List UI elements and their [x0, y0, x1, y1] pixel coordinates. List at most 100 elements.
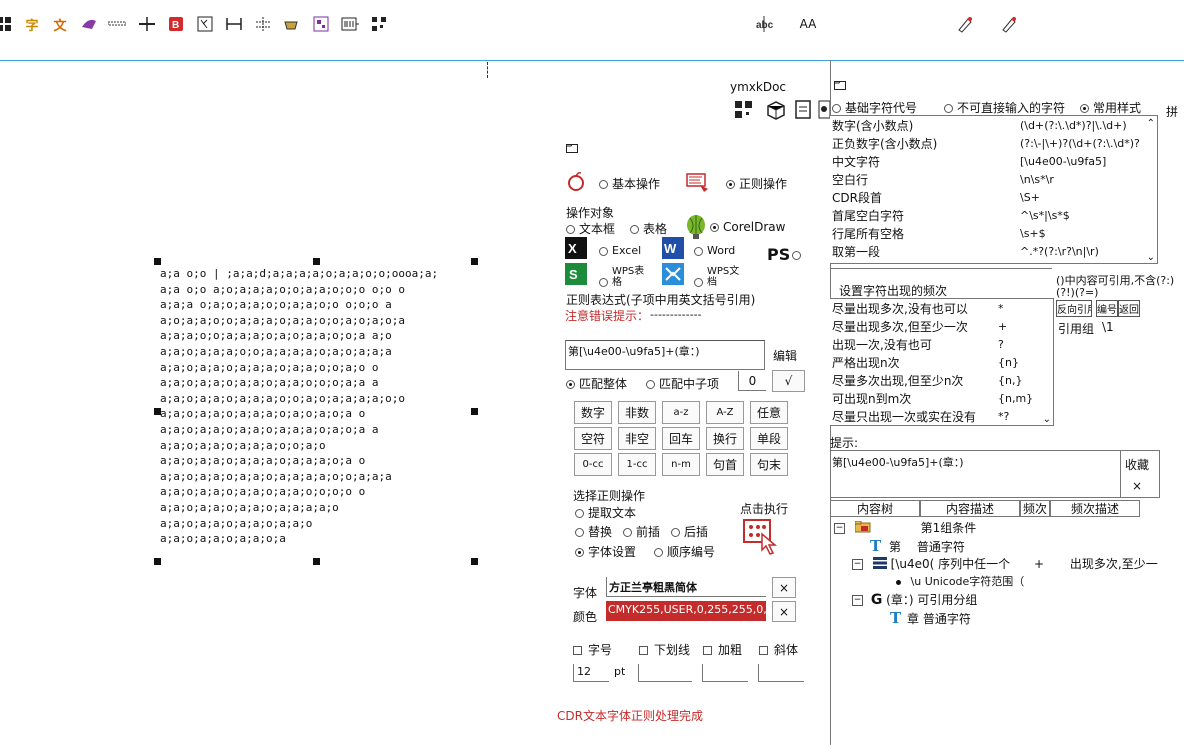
freq-scroll-down-icon[interactable]: ⌄	[1043, 414, 1051, 425]
quick-button[interactable]: a-z	[662, 401, 700, 424]
op-font-radio[interactable]	[575, 548, 584, 557]
target-wps-word-radio[interactable]	[694, 277, 703, 287]
italic-input[interactable]	[758, 664, 804, 682]
regex-mode-icon[interactable]	[686, 171, 710, 196]
edit-button[interactable]: 编辑	[765, 340, 805, 370]
folder-icon-2[interactable]	[834, 79, 846, 93]
op-extract-radio[interactable]	[575, 509, 584, 518]
quick-button[interactable]: 单段	[750, 427, 788, 450]
underline-input[interactable]	[638, 664, 692, 682]
bracket-icon[interactable]	[224, 14, 244, 34]
quick-button[interactable]: 回车	[662, 427, 700, 450]
quick-button[interactable]: 空符	[574, 427, 612, 450]
coreldraw-icon[interactable]	[685, 214, 707, 243]
font-name-input[interactable]: 方正兰亭粗黑简体	[606, 577, 766, 597]
folder-icon[interactable]	[566, 142, 578, 156]
mode-regex-radio[interactable]	[726, 180, 735, 189]
target-textbox[interactable]: 文本框	[566, 220, 615, 237]
ref-col-index[interactable]: 编号	[1096, 300, 1118, 317]
chartype-common-radio[interactable]	[1080, 104, 1089, 113]
tree-node-group[interactable]: − G (章：) 可引用分组	[852, 591, 977, 608]
radio-doc-icon[interactable]	[818, 100, 831, 123]
target-wps-table-radio[interactable]	[599, 277, 608, 287]
tree-node-charset[interactable]: − [\u4e0( 序列中任一个 + 出现多次,至少一	[852, 555, 1158, 572]
size-checkbox[interactable]	[573, 646, 582, 655]
target-coreldraw-radio[interactable]	[710, 223, 719, 232]
bold-check[interactable]: 加粗	[703, 641, 742, 658]
match-sub[interactable]: 匹配中子项	[646, 375, 719, 392]
scroll-down-icon[interactable]: ⌄	[1147, 252, 1155, 263]
chartype-noinput-radio[interactable]	[944, 104, 953, 113]
chartype-common[interactable]: 常用样式	[1080, 99, 1141, 116]
package-icon[interactable]	[766, 100, 786, 123]
regex-input[interactable]: 第[\u4e00-\u9fa5]+(章：)	[565, 340, 765, 370]
selection-handle[interactable]	[154, 258, 161, 265]
collapse-icon[interactable]: −	[834, 523, 845, 534]
tree-header-tree[interactable]: 内容树	[830, 500, 920, 517]
font-clear-button[interactable]: ×	[772, 577, 796, 598]
wps-word-icon[interactable]	[662, 263, 684, 288]
underline-check[interactable]: 下划线	[639, 641, 690, 658]
ref-col-backref[interactable]: 反向引用	[1056, 300, 1092, 317]
op-suffix[interactable]: 后插	[671, 523, 708, 540]
chartype-basic[interactable]: 基础字符代号	[832, 99, 917, 116]
collect-button[interactable]: 收藏	[1125, 456, 1149, 473]
cup-icon[interactable]	[282, 14, 302, 34]
font-size-icon[interactable]: AA	[798, 14, 818, 34]
match-whole[interactable]: 匹配整体	[566, 375, 627, 392]
op-font[interactable]: 字体设置	[575, 543, 636, 560]
italic-checkbox[interactable]	[759, 646, 768, 655]
match-whole-radio[interactable]	[566, 380, 575, 389]
mode-regex[interactable]: 正则操作	[726, 175, 787, 192]
brush-icon[interactable]	[79, 14, 99, 34]
op-extract[interactable]: 提取文本	[575, 504, 636, 521]
word-icon[interactable]: W	[662, 237, 684, 262]
barcode-icon[interactable]	[340, 14, 360, 34]
qr-doc-icon[interactable]	[734, 100, 754, 123]
tree-node-zhang[interactable]: T 章 普通字符	[890, 609, 971, 627]
selection-handle[interactable]	[471, 408, 478, 415]
op-replace-radio[interactable]	[575, 528, 584, 537]
color-value[interactable]: CMYK255,USER,0,255,255,0,100	[606, 601, 766, 621]
bold-input[interactable]	[702, 664, 748, 682]
quick-button[interactable]: 1-cc	[618, 453, 656, 476]
freq-list[interactable]: ⌄ 尽量出现多次,没有也可以 * 尽量出现多次,但至少一次 + 出现一次,没有也可? 严格…	[830, 298, 1054, 426]
qr-icon[interactable]	[311, 14, 331, 34]
op-suffix-radio[interactable]	[671, 528, 680, 537]
dots-icon[interactable]	[107, 14, 127, 34]
op-sequence[interactable]: 顺序编号	[654, 543, 715, 560]
hint-close-button[interactable]: ×	[1132, 479, 1142, 493]
target-textbox-radio[interactable]	[566, 225, 575, 234]
collapse-icon[interactable]: −	[852, 559, 863, 570]
bold-checkbox[interactable]	[703, 646, 712, 655]
sub-index-input[interactable]: 0	[738, 371, 766, 391]
quick-button[interactable]: 句末	[750, 453, 788, 476]
italic-check[interactable]: 斜体	[759, 641, 798, 658]
selection-handle[interactable]	[313, 258, 320, 265]
target-wps-word[interactable]: WPS文档	[694, 266, 745, 288]
quick-button[interactable]: 句首	[706, 453, 744, 476]
qr2-icon[interactable]	[369, 14, 389, 34]
grid-icon[interactable]	[0, 14, 14, 34]
target-wps-table[interactable]: WPS表格	[599, 266, 650, 288]
chartype-extra[interactable]: 拼	[1166, 103, 1178, 120]
pdf-icon[interactable]: B	[166, 14, 186, 34]
target-word[interactable]: Word	[694, 244, 735, 257]
text-measure-icon[interactable]: abc	[754, 14, 774, 34]
pen2-icon[interactable]	[999, 14, 1019, 34]
tree-node-di[interactable]: T 第 普通字符	[870, 537, 965, 555]
code-icon[interactable]	[195, 14, 215, 34]
underline-checkbox[interactable]	[639, 646, 648, 655]
tree-header-desc[interactable]: 内容描述	[920, 500, 1020, 517]
target-table-radio[interactable]	[630, 225, 639, 234]
ref-col-return[interactable]: 返回	[1118, 300, 1140, 317]
quick-button[interactable]: 非空	[618, 427, 656, 450]
pattern-list[interactable]: ⌃ ⌄ 数字(含小数点) (\d+(?:\.\d*)?|\.\d+) 正负数字(含小…	[830, 115, 1158, 264]
quick-button[interactable]: A-Z	[706, 401, 744, 424]
op-prefix-radio[interactable]	[623, 528, 632, 537]
match-confirm-button[interactable]: √	[772, 370, 805, 392]
quick-button[interactable]: 0-cc	[574, 453, 612, 476]
selection-handle[interactable]	[471, 258, 478, 265]
op-replace[interactable]: 替换	[575, 523, 612, 540]
target-word-radio[interactable]	[694, 246, 703, 256]
